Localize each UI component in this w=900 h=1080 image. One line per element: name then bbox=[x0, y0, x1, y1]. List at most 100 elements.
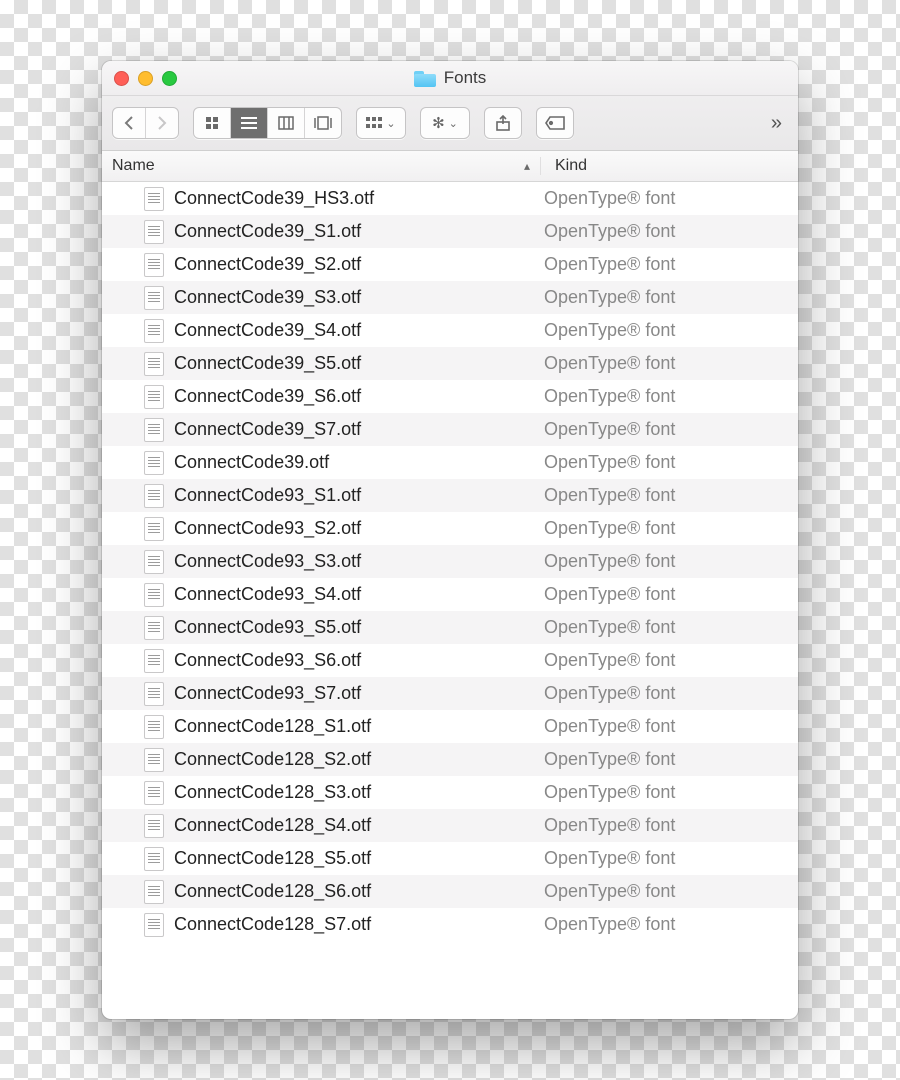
file-kind: OpenType® font bbox=[530, 749, 675, 770]
file-name: ConnectCode128_S5.otf bbox=[174, 848, 530, 869]
file-row[interactable]: ConnectCode39_S4.otfOpenType® font bbox=[102, 314, 798, 347]
file-icon bbox=[144, 517, 164, 541]
view-gallery-button[interactable] bbox=[305, 108, 341, 138]
file-icon bbox=[144, 913, 164, 937]
arrange-button[interactable]: ⌄ bbox=[357, 108, 405, 138]
file-row[interactable]: ConnectCode128_S1.otfOpenType® font bbox=[102, 710, 798, 743]
file-row[interactable]: ConnectCode93_S2.otfOpenType® font bbox=[102, 512, 798, 545]
column-header: Name ▴ Kind bbox=[102, 151, 798, 182]
traffic-lights bbox=[114, 71, 177, 86]
file-kind: OpenType® font bbox=[530, 287, 675, 308]
file-icon bbox=[144, 451, 164, 475]
file-row[interactable]: ConnectCode39_S2.otfOpenType® font bbox=[102, 248, 798, 281]
file-row[interactable]: ConnectCode128_S4.otfOpenType® font bbox=[102, 809, 798, 842]
file-kind: OpenType® font bbox=[530, 881, 675, 902]
column-kind-header[interactable]: Kind bbox=[541, 157, 798, 175]
file-row[interactable]: ConnectCode39_S7.otfOpenType® font bbox=[102, 413, 798, 446]
file-kind: OpenType® font bbox=[530, 914, 675, 935]
arrange-button-group: ⌄ bbox=[356, 107, 406, 139]
file-name: ConnectCode128_S3.otf bbox=[174, 782, 530, 803]
window-title-text: Fonts bbox=[444, 68, 487, 88]
sort-ascending-icon: ▴ bbox=[524, 159, 530, 173]
file-icon bbox=[144, 385, 164, 409]
file-row[interactable]: ConnectCode93_S6.otfOpenType® font bbox=[102, 644, 798, 677]
toolbar-overflow-button[interactable]: » bbox=[765, 112, 788, 135]
file-row[interactable]: ConnectCode39_S3.otfOpenType® font bbox=[102, 281, 798, 314]
zoom-button[interactable] bbox=[162, 71, 177, 86]
file-name: ConnectCode93_S5.otf bbox=[174, 617, 530, 638]
file-row[interactable]: ConnectCode128_S2.otfOpenType® font bbox=[102, 743, 798, 776]
file-name: ConnectCode128_S4.otf bbox=[174, 815, 530, 836]
action-button-group: ✻ ⌄ bbox=[420, 107, 470, 139]
file-row[interactable]: ConnectCode128_S7.otfOpenType® font bbox=[102, 908, 798, 941]
column-kind-label: Kind bbox=[555, 157, 587, 174]
file-name: ConnectCode93_S2.otf bbox=[174, 518, 530, 539]
file-kind: OpenType® font bbox=[530, 815, 675, 836]
file-name: ConnectCode128_S2.otf bbox=[174, 749, 530, 770]
share-button-group bbox=[484, 107, 522, 139]
forward-button[interactable] bbox=[146, 108, 178, 138]
file-icon bbox=[144, 748, 164, 772]
file-icon bbox=[144, 352, 164, 376]
file-kind: OpenType® font bbox=[530, 452, 675, 473]
chevron-down-icon: ⌄ bbox=[386, 117, 395, 130]
file-icon bbox=[144, 781, 164, 805]
file-row[interactable]: ConnectCode93_S1.otfOpenType® font bbox=[102, 479, 798, 512]
close-button[interactable] bbox=[114, 71, 129, 86]
tags-button[interactable] bbox=[537, 108, 573, 138]
desktop-background: Fonts bbox=[0, 0, 900, 1080]
file-list[interactable]: ConnectCode39_HS3.otfOpenType® fontConne… bbox=[102, 182, 798, 1019]
file-row[interactable]: ConnectCode93_S5.otfOpenType® font bbox=[102, 611, 798, 644]
file-row[interactable]: ConnectCode39_S6.otfOpenType® font bbox=[102, 380, 798, 413]
file-kind: OpenType® font bbox=[530, 650, 675, 671]
file-row[interactable]: ConnectCode39.otfOpenType® font bbox=[102, 446, 798, 479]
finder-window: Fonts bbox=[102, 61, 798, 1019]
view-columns-button[interactable] bbox=[268, 108, 305, 138]
file-row[interactable]: ConnectCode39_S5.otfOpenType® font bbox=[102, 347, 798, 380]
file-kind: OpenType® font bbox=[530, 584, 675, 605]
file-row[interactable]: ConnectCode39_HS3.otfOpenType® font bbox=[102, 182, 798, 215]
file-kind: OpenType® font bbox=[530, 683, 675, 704]
file-icon bbox=[144, 649, 164, 673]
file-row[interactable]: ConnectCode128_S5.otfOpenType® font bbox=[102, 842, 798, 875]
back-button[interactable] bbox=[113, 108, 146, 138]
file-icon bbox=[144, 814, 164, 838]
file-name: ConnectCode39_S1.otf bbox=[174, 221, 530, 242]
file-icon bbox=[144, 418, 164, 442]
file-row[interactable]: ConnectCode128_S3.otfOpenType® font bbox=[102, 776, 798, 809]
file-name: ConnectCode93_S3.otf bbox=[174, 551, 530, 572]
view-buttons bbox=[193, 107, 342, 139]
file-icon bbox=[144, 583, 164, 607]
file-icon bbox=[144, 484, 164, 508]
file-icon bbox=[144, 286, 164, 310]
file-row[interactable]: ConnectCode93_S4.otfOpenType® font bbox=[102, 578, 798, 611]
titlebar[interactable]: Fonts bbox=[102, 61, 798, 96]
file-icon bbox=[144, 715, 164, 739]
action-button[interactable]: ✻ ⌄ bbox=[421, 108, 469, 138]
file-row[interactable]: ConnectCode39_S1.otfOpenType® font bbox=[102, 215, 798, 248]
file-kind: OpenType® font bbox=[530, 353, 675, 374]
file-kind: OpenType® font bbox=[530, 485, 675, 506]
file-name: ConnectCode39.otf bbox=[174, 452, 530, 473]
nav-buttons bbox=[112, 107, 179, 139]
column-name-header[interactable]: Name ▴ bbox=[102, 157, 541, 175]
file-row[interactable]: ConnectCode128_S6.otfOpenType® font bbox=[102, 875, 798, 908]
file-name: ConnectCode93_S4.otf bbox=[174, 584, 530, 605]
share-button[interactable] bbox=[485, 108, 521, 138]
file-name: ConnectCode39_S2.otf bbox=[174, 254, 530, 275]
window-title: Fonts bbox=[414, 68, 487, 88]
file-icon bbox=[144, 550, 164, 574]
file-kind: OpenType® font bbox=[530, 254, 675, 275]
file-row[interactable]: ConnectCode93_S7.otfOpenType® font bbox=[102, 677, 798, 710]
file-name: ConnectCode39_S4.otf bbox=[174, 320, 530, 341]
file-kind: OpenType® font bbox=[530, 716, 675, 737]
file-row[interactable]: ConnectCode93_S3.otfOpenType® font bbox=[102, 545, 798, 578]
file-kind: OpenType® font bbox=[530, 419, 675, 440]
view-list-button[interactable] bbox=[231, 108, 268, 138]
tags-button-group bbox=[536, 107, 574, 139]
file-icon bbox=[144, 253, 164, 277]
file-icon bbox=[144, 319, 164, 343]
file-kind: OpenType® font bbox=[530, 551, 675, 572]
view-icons-button[interactable] bbox=[194, 108, 231, 138]
minimize-button[interactable] bbox=[138, 71, 153, 86]
